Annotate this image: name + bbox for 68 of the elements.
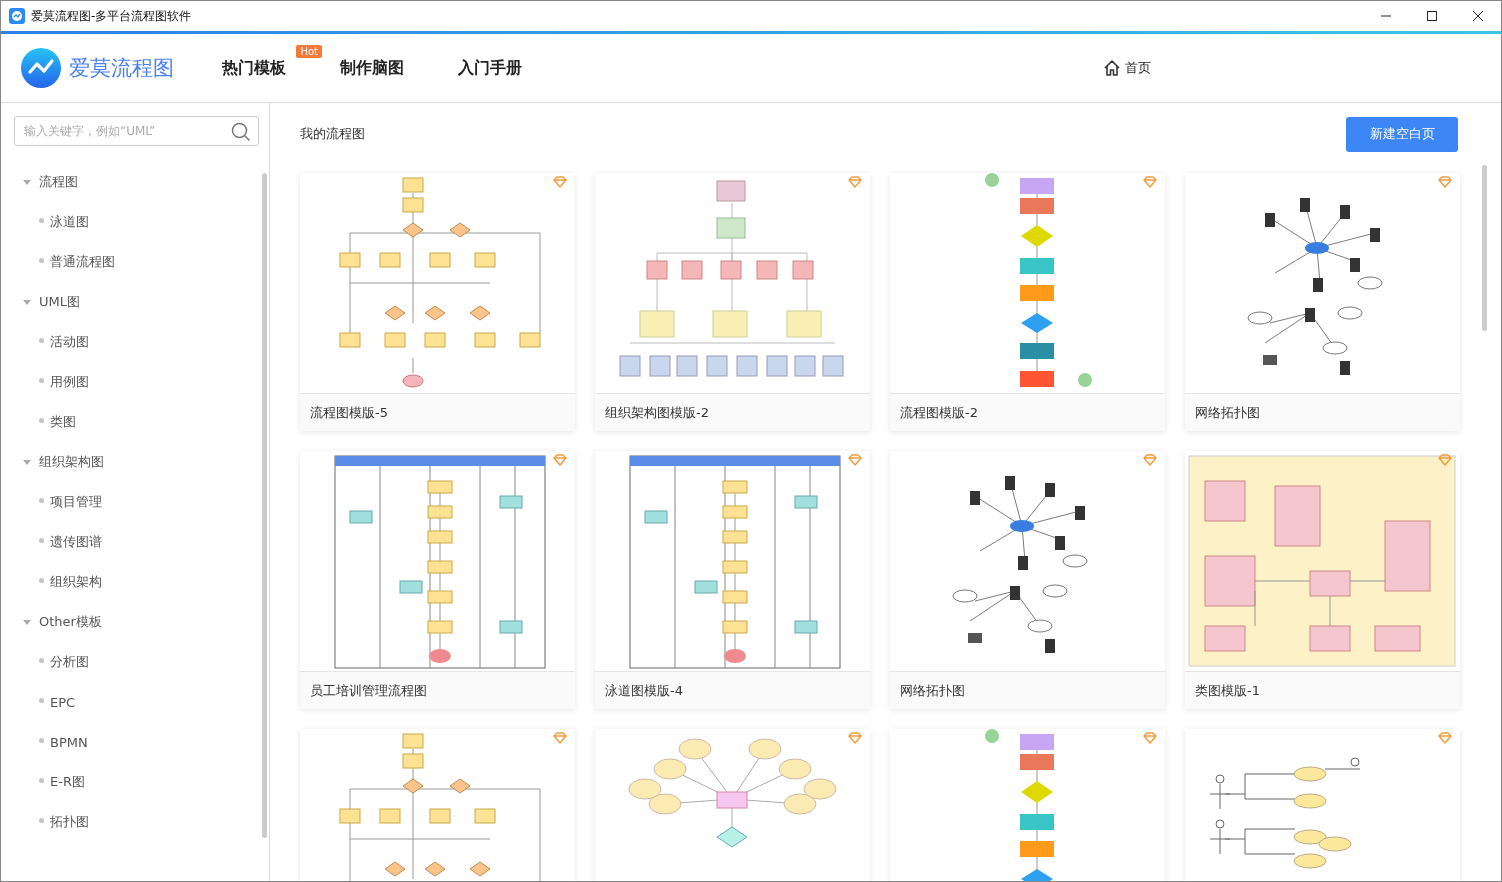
tree-item[interactable]: E-R图 (1, 762, 269, 802)
diamond-icon (553, 176, 567, 188)
caret-icon (23, 178, 31, 186)
tree-item[interactable]: 泳道图 (1, 202, 269, 242)
caret-icon (23, 298, 31, 306)
diamond-icon (848, 176, 862, 188)
home-link[interactable]: 首页 (1103, 59, 1151, 77)
tree-group[interactable]: UML图 (1, 282, 269, 322)
search-field[interactable]: 输入关键字，例如“UML” (14, 116, 259, 146)
group-label: 流程图 (39, 173, 78, 191)
card-title: 类图模版-1 (1194, 681, 1261, 700)
caret-icon (23, 458, 31, 466)
card-title: 组织架构图模版-2 (604, 403, 710, 422)
template-card[interactable]: 流程图模版-5 (300, 173, 575, 431)
group-label: 组织架构图 (39, 453, 104, 471)
tree-item[interactable]: 项目管理 (1, 482, 269, 522)
template-card[interactable]: 流程图模版-2 (890, 173, 1165, 431)
diamond-icon (1438, 454, 1452, 466)
template-card[interactable]: 泳道图模版-4 (595, 451, 870, 709)
tree-item[interactable]: 用例图 (1, 362, 269, 402)
close-icon (1473, 11, 1483, 21)
card-title: 网络拓扑图 (899, 681, 966, 700)
card-title: 流程图模版-2 (899, 403, 979, 422)
section-title: 我的流程图 (300, 125, 365, 143)
template-card[interactable]: 类图模版-1 (1185, 451, 1460, 709)
template-card[interactable]: 组织架构图模版-2 (595, 173, 870, 431)
card-title: 泳道图模版-4 (604, 681, 684, 700)
tree-item[interactable]: 普通流程图 (1, 242, 269, 282)
template-card[interactable]: 员工培训管理流程图 (300, 451, 575, 709)
group-label: UML图 (39, 293, 80, 311)
tree-item[interactable]: BPMN (1, 722, 269, 762)
hot-badge: Hot (296, 44, 322, 58)
tree-item[interactable]: 类图 (1, 402, 269, 442)
caret-icon (23, 618, 31, 626)
group-label: Other模板 (39, 613, 102, 631)
tree-item[interactable]: 组织架构 (1, 562, 269, 602)
diamond-icon (1438, 176, 1452, 188)
diamond-icon (1438, 732, 1452, 744)
card-title: 网络拓扑图 (1194, 403, 1261, 422)
nav-link[interactable]: 入门手册 (458, 57, 522, 79)
diamond-icon (1143, 454, 1157, 466)
template-card[interactable]: 网络拓扑图 (1185, 173, 1460, 431)
card-title: 流程图模版-5 (309, 403, 389, 422)
window-title: 爱莫流程图-多平台流程图软件 (31, 7, 192, 25)
tree-item[interactable]: 拓扑图 (1, 802, 269, 842)
tree-item[interactable]: 遗传图谱 (1, 522, 269, 562)
diamond-icon (848, 454, 862, 466)
tree-item[interactable]: EPC (1, 682, 269, 722)
app-icon (9, 8, 25, 24)
tree-group[interactable]: 组织架构图 (1, 442, 269, 482)
template-card[interactable]: 网络拓扑图 (890, 451, 1165, 709)
nav-link[interactable]: 制作脑图 (340, 57, 404, 79)
home-icon (1103, 59, 1121, 77)
diamond-icon (1143, 176, 1157, 188)
brand-name: 爱莫流程图 (69, 55, 174, 82)
diamond-icon (848, 732, 862, 744)
card-title: 员工培训管理流程图 (309, 681, 428, 700)
new-blank-button[interactable]: 新建空白页 (1346, 116, 1458, 152)
tree-group[interactable]: 流程图 (1, 162, 269, 202)
diamond-icon (553, 454, 567, 466)
search-icon (231, 122, 251, 142)
diamond-icon (553, 732, 567, 744)
diamond-icon (1143, 732, 1157, 744)
tree-item[interactable]: 分析图 (1, 642, 269, 682)
tree-group[interactable]: Other模板 (1, 602, 269, 642)
logo-icon (21, 48, 61, 88)
maximize-icon (1427, 11, 1437, 21)
tree-item[interactable]: 活动图 (1, 322, 269, 362)
